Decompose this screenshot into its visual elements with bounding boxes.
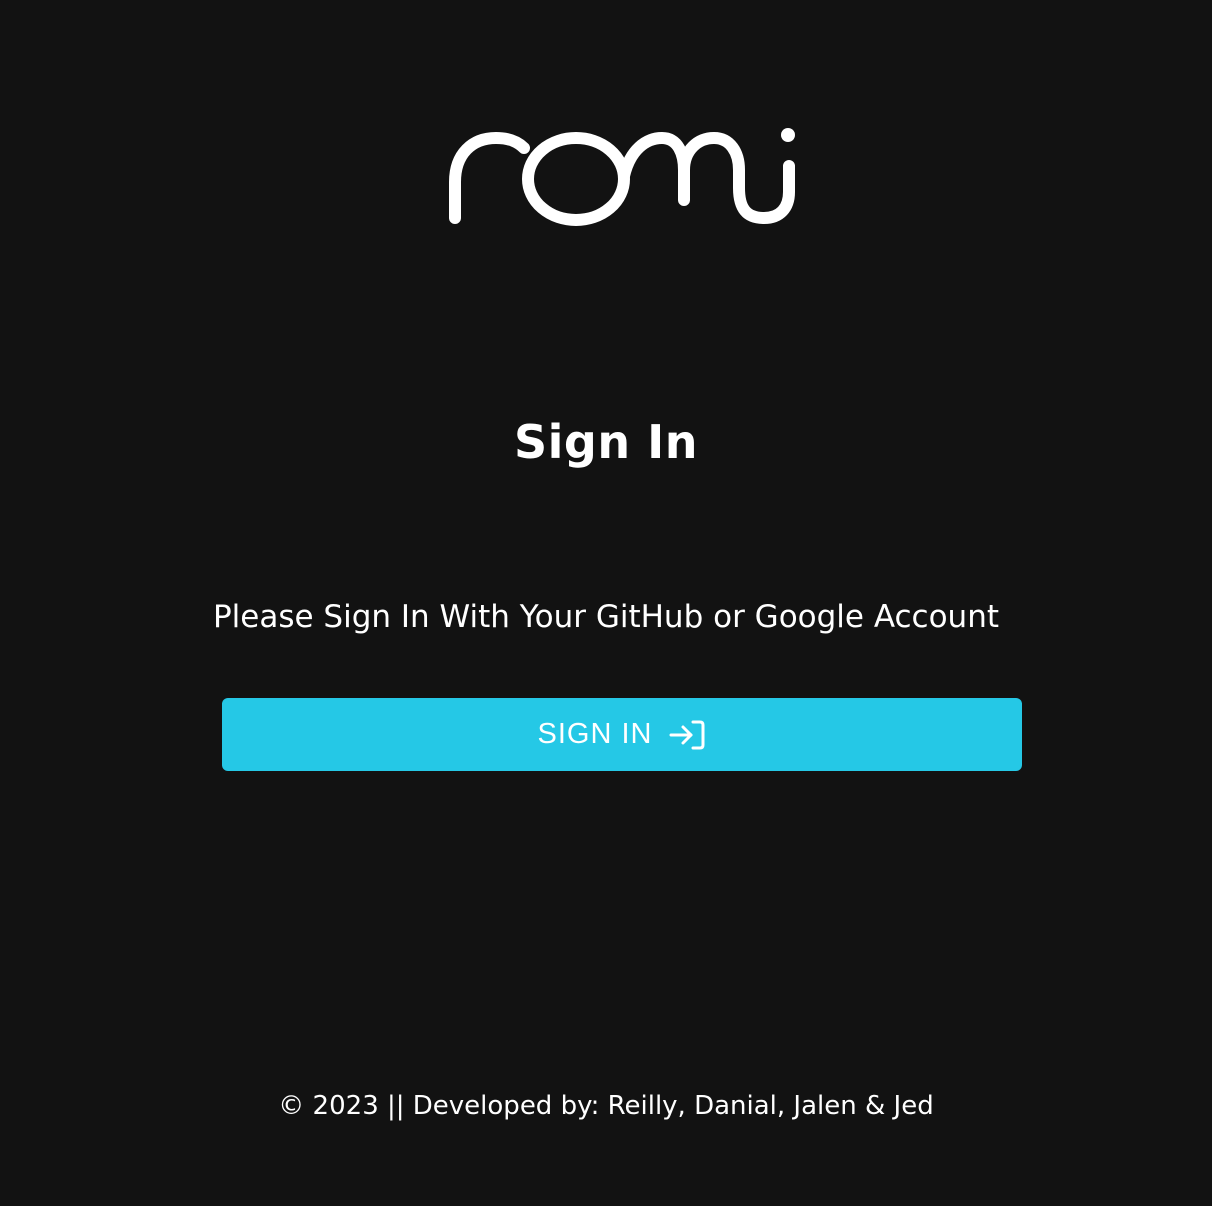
page-title: Sign In [514, 415, 698, 469]
sign-in-button[interactable]: SIGN IN [222, 698, 1022, 771]
signin-instructions: Please Sign In With Your GitHub or Googl… [212, 599, 1000, 635]
login-icon [668, 719, 706, 751]
footer-credits: © 2023 || Developed by: Reilly, Danial, … [278, 1091, 934, 1121]
romi-logo [446, 124, 798, 228]
sign-in-button-label: SIGN IN [537, 718, 653, 750]
